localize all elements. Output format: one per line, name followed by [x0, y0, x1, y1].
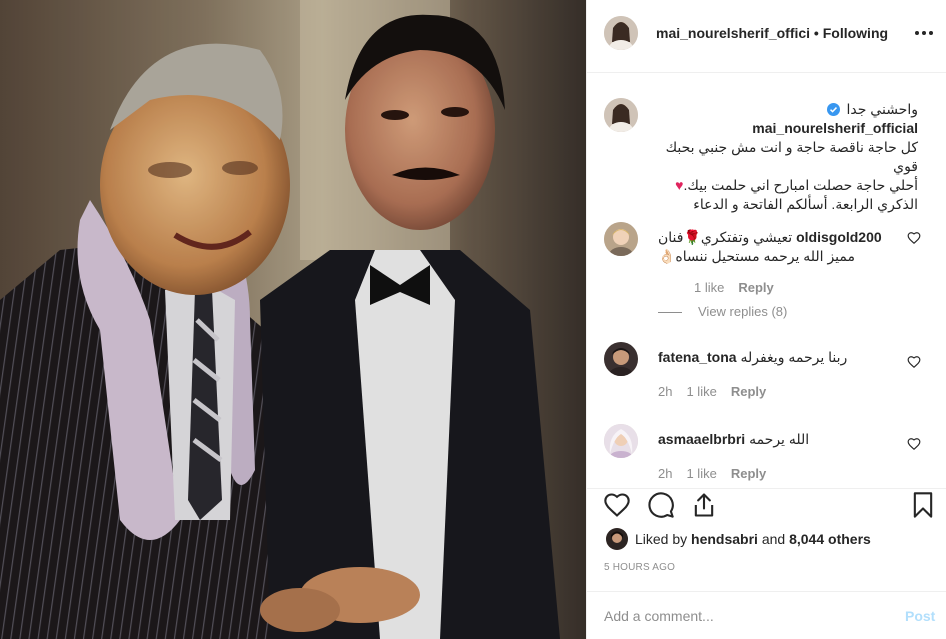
post-side-panel: mai_nourelsherif_offici • Following واحش…: [586, 0, 946, 639]
commenter-avatar[interactable]: [604, 222, 638, 256]
caption-avatar[interactable]: [604, 98, 638, 132]
comment-input[interactable]: [604, 604, 884, 628]
comment-like-icon[interactable]: [907, 231, 921, 245]
post-comment-button[interactable]: Post: [905, 608, 935, 624]
comment-reply-button[interactable]: Reply: [731, 384, 766, 399]
post-header: mai_nourelsherif_offici • Following: [587, 0, 946, 73]
caption-text-line-2: كل حاجة ناقصة حاجة و انت مش جنبي بحبك قو…: [665, 139, 918, 174]
author-avatar[interactable]: [604, 16, 638, 50]
author-username[interactable]: mai_nourelsherif_offici: [656, 25, 810, 41]
comment-reply-button[interactable]: Reply: [738, 280, 773, 295]
view-replies-label: View replies (8): [698, 304, 788, 319]
post-actions: [587, 488, 946, 526]
comment-bubble-icon[interactable]: [647, 491, 675, 519]
comment-reply-button[interactable]: Reply: [731, 466, 766, 481]
commenter-avatar[interactable]: [604, 424, 638, 458]
share-icon[interactable]: [690, 491, 718, 519]
liker-avatar[interactable]: [606, 528, 628, 550]
post-photo[interactable]: [0, 0, 586, 639]
comment-like-count[interactable]: 1 like: [694, 280, 724, 295]
comment-like-icon[interactable]: [907, 437, 921, 451]
comment-time[interactable]: 2h: [658, 384, 672, 399]
more-horizontal-icon[interactable]: [913, 22, 935, 44]
comment-meta: 2h 1 like Reply: [658, 384, 780, 399]
likes-middle: and: [757, 531, 790, 547]
caption-body: واحشني جدا mai_nourelsherif_official كل …: [656, 100, 918, 214]
comments-list[interactable]: واحشني جدا mai_nourelsherif_official كل …: [587, 74, 946, 488]
comment-line-1: الله يرحمه: [749, 431, 810, 447]
comment-text: oldisgold200 تعيشي وتفتكري🌹فنان مميز الل…: [658, 228, 908, 266]
following-button[interactable]: Following: [823, 25, 888, 41]
comment-meta: 1 like Reply: [658, 280, 788, 295]
caption-text-line-4: الذكري الرابعة. أسألكم الفاتحة و الدعاء: [693, 196, 918, 212]
likes-prefix: Liked by: [635, 531, 692, 547]
comment-username[interactable]: fatena_tona: [658, 349, 737, 365]
caption-text-line-1: واحشني جدا: [846, 101, 918, 117]
add-comment-bar: Post: [587, 591, 946, 639]
heart-outline-icon[interactable]: [603, 491, 631, 519]
likes-count-button[interactable]: 8,044 others: [789, 531, 871, 547]
view-replies-button[interactable]: View replies (8): [658, 304, 787, 319]
caption-username[interactable]: mai_nourelsherif_official: [752, 120, 918, 136]
comment-like-count[interactable]: 1 like: [686, 384, 716, 399]
comment-username[interactable]: asmaaelbrbri: [658, 431, 745, 447]
liker-username[interactable]: hendsabri: [691, 531, 758, 547]
comment-line-1: تعيشي وتفتكري🌹فنان: [658, 229, 793, 245]
replies-divider: [658, 312, 682, 314]
comment-line-1: ربنا يرحمه ويغفرله: [740, 349, 848, 365]
photo-artwork: [0, 0, 586, 639]
comment-meta: 2h 1 like Reply: [658, 466, 780, 481]
comment-text: asmaaelbrbri الله يرحمه: [658, 430, 908, 449]
post-timestamp[interactable]: 5 HOURS AGO: [604, 562, 675, 573]
header-user-line: mai_nourelsherif_offici • Following: [656, 25, 888, 41]
likes-text: Liked by hendsabri and 8,044 others: [635, 531, 871, 547]
comment-text: fatena_tona ربنا يرحمه ويغفرله: [658, 348, 908, 367]
bookmark-icon[interactable]: [909, 491, 937, 519]
header-separator: •: [810, 25, 823, 41]
comment-like-icon[interactable]: [907, 355, 921, 369]
comment-like-count[interactable]: 1 like: [686, 466, 716, 481]
commenter-avatar[interactable]: [604, 342, 638, 376]
comment-line-2: مميز الله يرحمه مستحيل ننساه👌🏻: [658, 248, 855, 264]
caption-text-line-3: أحلي حاجة حصلت امبارح اني حلمت بيك.: [683, 177, 918, 193]
comment-time[interactable]: 2h: [658, 466, 672, 481]
verified-badge-icon: [826, 103, 840, 116]
likes-summary: Liked by hendsabri and 8,044 others: [587, 526, 946, 556]
comment-username[interactable]: oldisgold200: [796, 229, 882, 245]
